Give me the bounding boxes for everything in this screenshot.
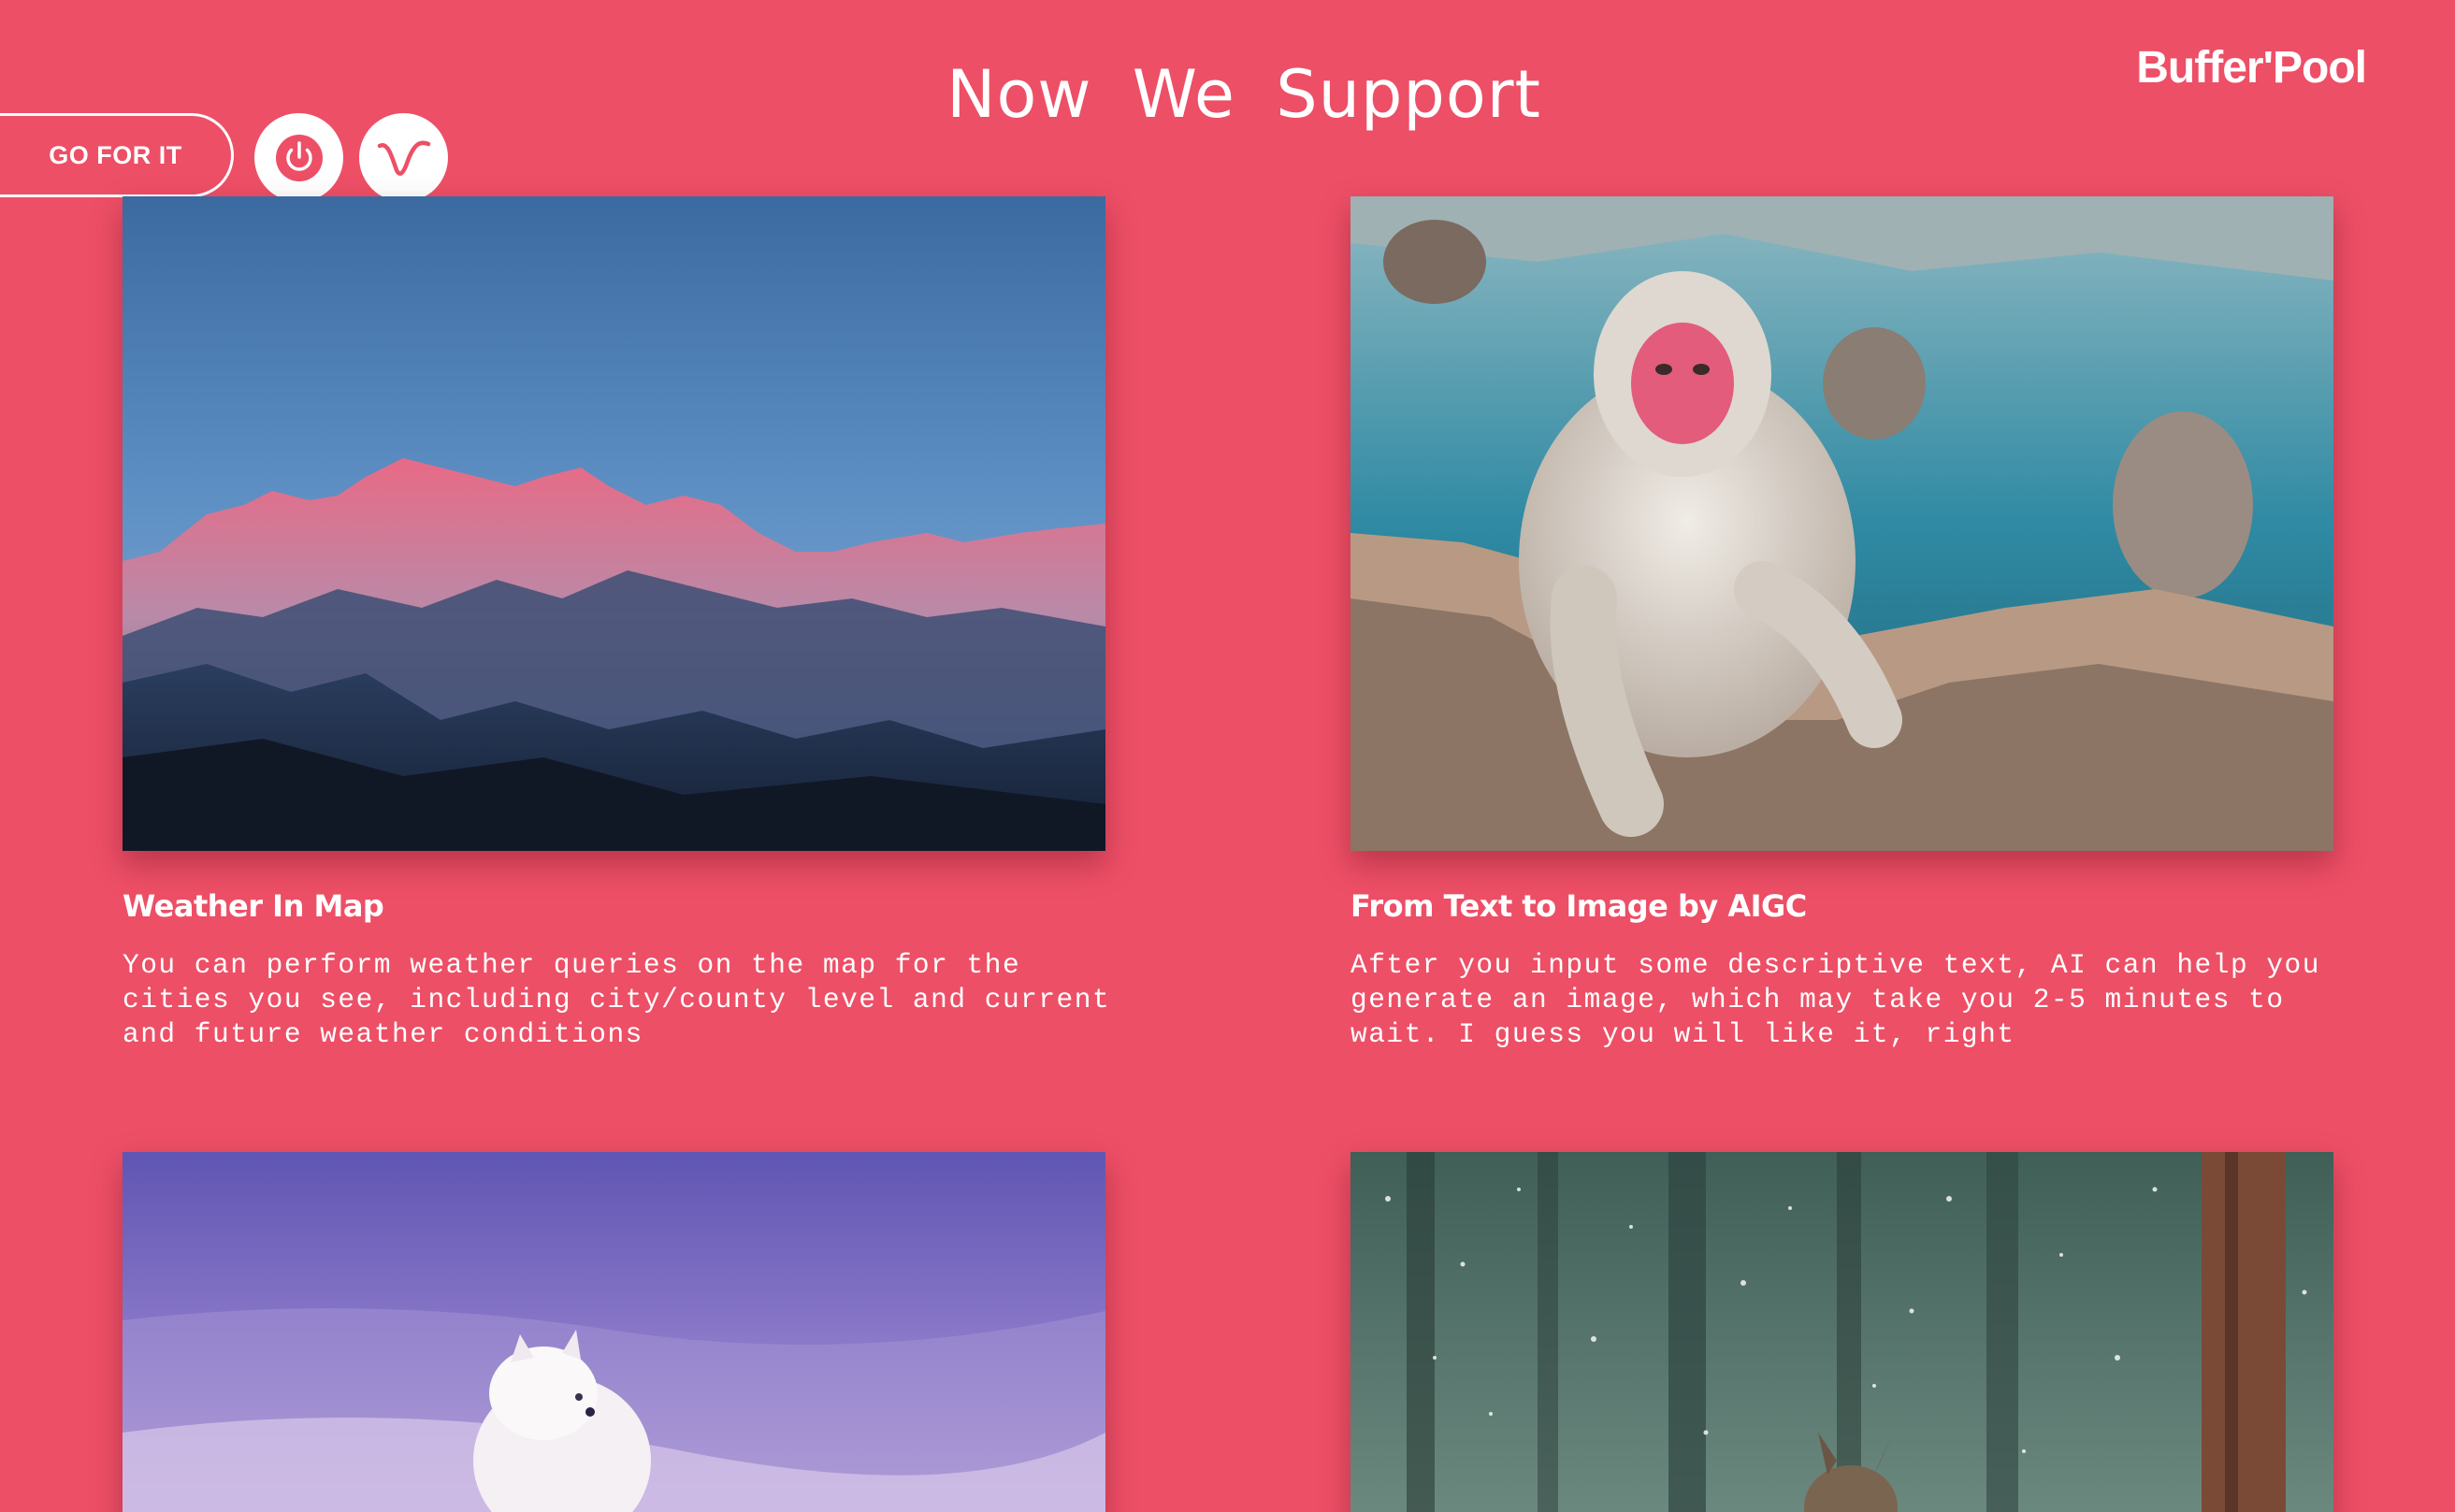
card-description: After you input some descriptive text, A… (1350, 949, 2320, 1050)
wave-button[interactable] (359, 113, 448, 202)
arctic-fox-photo (123, 1152, 1105, 1512)
page-title: Now We Support (946, 56, 1541, 133)
brand-logo[interactable]: Buffer'Pool (2136, 42, 2367, 94)
feature-card-aigc[interactable]: From Text to Image by AIGC After you inp… (1350, 196, 2333, 1052)
feature-card-3[interactable] (123, 1152, 1105, 1512)
snowy-forest-deer-photo (1350, 1152, 2333, 1512)
power-icon (275, 134, 323, 181)
wave-icon (377, 140, 430, 176)
power-button[interactable] (254, 113, 343, 202)
card-description: You can perform weather queries on the m… (123, 949, 1111, 1050)
feature-card-weather[interactable]: Weather In Map You can perform weather q… (123, 196, 1109, 1052)
go-for-it-button[interactable]: GO FOR IT (0, 113, 234, 197)
snow-monkey-photo (1350, 196, 2333, 851)
card-title: From Text to Image by AIGC (1350, 888, 1807, 924)
card-title: Weather In Map (123, 888, 384, 924)
feature-card-4[interactable] (1350, 1152, 2333, 1512)
mountain-range-photo (123, 196, 1105, 851)
